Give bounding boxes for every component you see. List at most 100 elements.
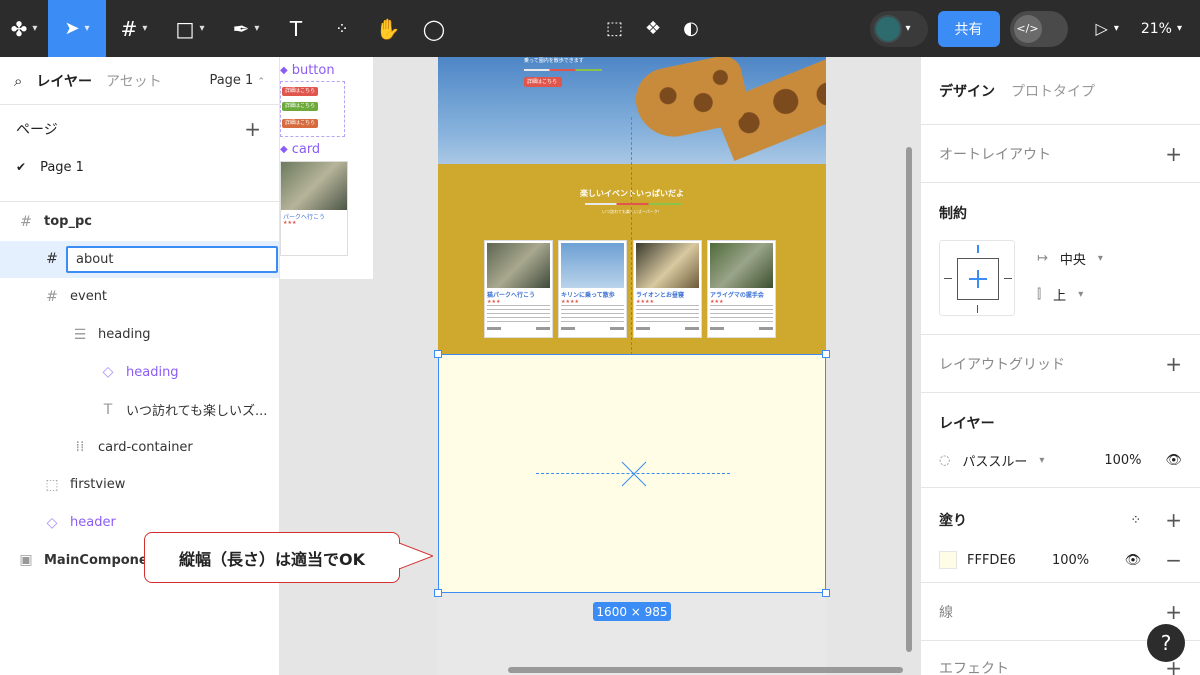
resources-button[interactable]: ⁘ [318, 0, 366, 57]
tab-assets[interactable]: アセット [106, 71, 162, 91]
page-select[interactable]: Page 1 ⌃ [209, 73, 265, 88]
mini-button[interactable]: 詳細はこちら [282, 102, 319, 111]
share-button[interactable]: 共有 [937, 10, 1000, 47]
move-tool-button[interactable]: ➤ ▾ [48, 0, 106, 57]
fill-opacity-input[interactable]: 100% [1052, 553, 1089, 568]
component-button[interactable]: ❖ [645, 0, 661, 57]
center-cross-icon [621, 461, 647, 487]
add-auto-layout-button[interactable]: + [1165, 142, 1182, 166]
resize-handle-top-right[interactable] [822, 350, 830, 358]
mini-button[interactable]: 詳細はこちら [282, 119, 319, 128]
layer-item[interactable]: # top_pc [0, 203, 279, 241]
eye-icon[interactable]: 👁 [1125, 553, 1142, 568]
shape-tool-button[interactable]: □ ▾ [162, 0, 218, 57]
event-card[interactable]: アライグマの握手会 ★★★ [707, 240, 776, 338]
section-icon: ⬚ [45, 476, 59, 493]
event-card[interactable]: 猫パークへ行こう ★★★ [484, 240, 553, 338]
dev-mode-toggle[interactable]: </> [1009, 10, 1068, 47]
mini-button[interactable]: 詳細はこちら [282, 87, 319, 96]
tab-design[interactable]: デザイン [939, 81, 995, 101]
avatar [873, 14, 902, 43]
figma-menu-button[interactable]: ✤ ▾ [0, 0, 48, 57]
present-button[interactable]: ▷ ▾ [1096, 19, 1119, 38]
component-label-button[interactable]: ◆ button [280, 63, 335, 78]
pen-tool-button[interactable]: ✒ ▾ [218, 0, 274, 57]
auto-layout-icon: ☰ [73, 326, 87, 343]
zoom-value: 21% [1140, 20, 1172, 37]
layer-rename-input[interactable]: about [66, 245, 278, 273]
eye-icon[interactable]: 👁 [1165, 453, 1182, 468]
card-component[interactable]: パークへ行こう ★★★ [280, 161, 348, 256]
vertical-scrollbar[interactable] [906, 147, 912, 652]
layer-item[interactable]: ◇ heading [0, 353, 279, 391]
center-guide [631, 117, 632, 355]
tab-prototype[interactable]: プロトタイプ [1011, 81, 1095, 101]
horizontal-constraint-select[interactable]: ↦ 中央 ▾ [1037, 249, 1103, 268]
add-stroke-button[interactable]: + [1165, 600, 1182, 624]
page-item[interactable]: ✔ Page 1 [0, 153, 279, 181]
blend-mode-select[interactable]: ◌ パススルー ▾ [939, 451, 1044, 470]
constraint-center-v[interactable] [977, 270, 979, 288]
event-title: 楽しいイベントいっぱいだよ [580, 189, 684, 198]
layer-section: レイヤー ◌ パススルー ▾ 100% 👁 [921, 393, 1200, 488]
layer-item-selected[interactable]: # about [0, 240, 279, 279]
layer-item[interactable]: ⬚ firstview [0, 466, 279, 504]
component-label-text: card [291, 142, 321, 157]
event-card[interactable]: キリンに乗って散歩 ★★★★ [558, 240, 627, 338]
firstview-section[interactable]: 乗って園内を散歩できます 詳細はこちら [438, 57, 826, 164]
tab-layers[interactable]: レイヤー [36, 71, 92, 91]
event-section[interactable]: 楽しいイベントいっぱいだよ いつ訪れても楽しいズーパーク！ 猫パークへ行こう ★… [438, 164, 826, 354]
page-select-label: Page 1 [209, 73, 254, 88]
code-icon: </> [1013, 14, 1042, 43]
auto-layout-title: オートレイアウト [939, 147, 1051, 163]
layer-item[interactable]: T いつ訪れても楽しいズ... [0, 391, 279, 429]
event-card[interactable]: ライオンとお昼寝 ★★★★ [633, 240, 702, 338]
add-layout-grid-button[interactable]: + [1165, 352, 1182, 376]
resize-handle-top-left[interactable] [434, 350, 442, 358]
chevron-up-icon: ⌃ [257, 77, 265, 87]
search-icon[interactable]: ⌕ [14, 72, 22, 90]
contrast-button[interactable]: ◐ [683, 0, 699, 57]
layer-item[interactable]: ☰ heading [0, 316, 279, 354]
constraint-bottom-tick[interactable] [977, 305, 978, 313]
crop-button[interactable]: ⬚ [606, 0, 623, 57]
help-button[interactable]: ? [1147, 624, 1185, 662]
constraint-right-tick[interactable] [1004, 278, 1012, 279]
layer-item[interactable]: # event [0, 278, 279, 316]
lion-image [636, 243, 699, 288]
page-frame-icon: ▣ [19, 552, 33, 569]
text-tool-button[interactable]: T [274, 0, 318, 57]
layer-item[interactable]: ⁞⁞ card-container [0, 429, 279, 467]
fill-hex-input[interactable]: FFFDE6 [967, 553, 1016, 568]
add-fill-button[interactable]: + [1165, 508, 1182, 532]
comment-tool-button[interactable]: ◯ [410, 0, 458, 57]
horizontal-scrollbar[interactable] [508, 667, 903, 673]
raccoon-image [710, 243, 773, 288]
styles-icon[interactable]: ⁘ [1130, 513, 1141, 528]
add-page-button[interactable]: + [244, 117, 261, 141]
layer-list: # top_pc # about # event ☰ heading ◇ hea… [0, 202, 279, 579]
frame-icon: # [46, 288, 58, 305]
vertical-constraint-select[interactable]: ⫿ 上 ▾ [1037, 285, 1083, 304]
event-subtitle: いつ訪れても楽しいズーパーク！ [602, 209, 662, 214]
resize-handle-bottom-right[interactable] [822, 589, 830, 597]
grid-layout-icon: ⁞⁞ [75, 439, 85, 456]
layer-opacity-input[interactable]: 100% [1104, 453, 1141, 468]
resize-handle-bottom-left[interactable] [434, 589, 442, 597]
component-label-card[interactable]: ◆ card [280, 142, 320, 157]
hero-button[interactable]: 詳細はこちら [524, 77, 562, 87]
constraint-widget[interactable] [939, 240, 1015, 316]
remove-fill-icon[interactable]: − [1165, 548, 1182, 572]
fill-color-swatch[interactable] [939, 551, 957, 569]
about-frame-selected[interactable] [438, 354, 826, 593]
user-avatar-button[interactable]: ▾ [869, 10, 928, 47]
move-tool-icon: ➤ [64, 18, 80, 39]
frame-tool-button[interactable]: # ▾ [106, 0, 162, 57]
pages-header: ページ + [0, 105, 279, 153]
zoom-dropdown[interactable]: 21% ▾ [1141, 21, 1182, 37]
toolbar-right-group: ▾ 共有 </> ▷ ▾ 21% ▾ [869, 0, 1200, 57]
hand-tool-button[interactable]: ✋ [366, 0, 410, 57]
constraint-left-tick[interactable] [944, 278, 952, 279]
constraint-top-tick[interactable] [977, 245, 979, 253]
layout-grid-section: レイアウトグリッド + [921, 335, 1200, 393]
